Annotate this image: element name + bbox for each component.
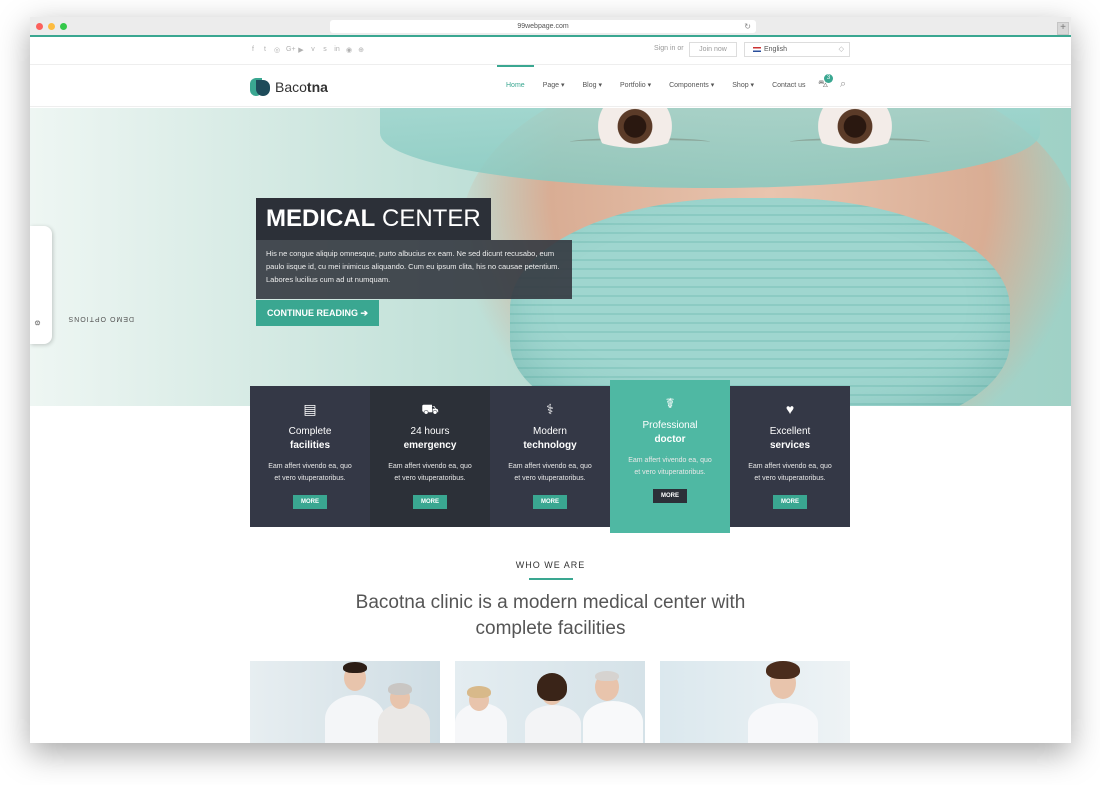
youtube-icon[interactable]: ▶	[298, 46, 304, 54]
nav-item-home[interactable]: Home	[497, 65, 534, 107]
feature-title: Modern technology	[523, 426, 577, 451]
feature-title: 24 hours emergency	[403, 426, 457, 451]
new-tab-button[interactable]: +	[1057, 22, 1069, 35]
vimeo-icon[interactable]: v	[310, 46, 316, 54]
features-strip: ▤ Complete facilities Eam affert vivendo ea…	[250, 380, 850, 533]
top-bar: f t ◎ G+ ▶ v s in ◉ ⊕ Sign in or Join now English…	[30, 37, 1071, 65]
nav-item-shop[interactable]: Shop ▾	[723, 65, 763, 107]
logo[interactable]: Bacotna	[250, 78, 328, 96]
staff-photos	[250, 661, 850, 743]
hero-title: MEDICAL CENTER	[256, 198, 491, 240]
close-window-button[interactable]	[36, 23, 43, 30]
feature-card: ⚕ Modern technology Eam affert vivendo ea, …	[490, 386, 610, 527]
join-now-button[interactable]: Join now	[689, 42, 737, 57]
feature-more-button[interactable]: MORE	[293, 495, 327, 509]
heartbeat-icon: ♥	[785, 401, 795, 417]
logo-mark-icon	[250, 78, 270, 96]
feature-description: Eam affert vivendo ea, quo et vero vitupe…	[508, 463, 592, 482]
continue-reading-button[interactable]: CONTINUE READING ➔	[256, 300, 380, 326]
search-icon[interactable]: ⌕	[840, 78, 846, 91]
staff-photo	[455, 661, 645, 743]
ambulance-icon: ⛟	[421, 401, 439, 417]
browser-chrome: 99webpage.com ↻ +	[30, 17, 1071, 37]
feature-card: ▤ Complete facilities Eam affert vivendo ea…	[250, 386, 370, 527]
staff-photo	[250, 661, 440, 743]
pinterest-icon[interactable]: ⊕	[358, 46, 364, 54]
dribbble-icon[interactable]: ◉	[346, 46, 352, 54]
nav-item-contactus[interactable]: Contact us	[763, 65, 814, 107]
feature-card: ♥ Excellent services Eam affert vivendo ea,…	[730, 386, 850, 527]
feature-more-button[interactable]: MORE	[413, 495, 447, 509]
feature-card: ☤ Professional doctor Eam affert vivendo ea…	[610, 380, 730, 533]
feature-title: Complete facilities	[288, 426, 332, 451]
browser-window: 99webpage.com ↻ + f t ◎ G+ ▶ v s in ◉ ⊕ Sign in o…	[30, 17, 1071, 743]
feature-title: Professional doctor	[642, 420, 698, 445]
google-plus-icon[interactable]: G+	[286, 46, 296, 54]
feature-description: Eam affert vivendo ea, quo et vero vitupe…	[268, 463, 352, 482]
maximize-window-button[interactable]	[60, 23, 67, 30]
logo-text: Bacotna	[275, 79, 328, 95]
address-url: 99webpage.com	[517, 23, 569, 30]
staff-photo	[660, 661, 850, 743]
uk-flag-icon	[753, 46, 761, 52]
nav-item-page[interactable]: Page ▾	[534, 65, 574, 107]
feature-title: Excellent services	[769, 426, 811, 451]
stethoscope-icon: ⚕	[546, 401, 554, 417]
feature-card: ⛟ 24 hours emergency Eam affert vivendo ea,…	[370, 386, 490, 527]
feature-description: Eam affert vivendo ea, quo et vero vitupe…	[748, 463, 832, 482]
doctor-icon: ☤	[665, 395, 675, 411]
linkedin-icon[interactable]: in	[334, 46, 340, 54]
instagram-icon[interactable]: ◎	[274, 46, 280, 54]
feature-more-button[interactable]: MORE	[773, 495, 807, 509]
hero-description: His ne congue aliquip omnesque, purto al…	[256, 240, 572, 299]
address-bar[interactable]: 99webpage.com ↻	[330, 20, 756, 33]
facebook-icon[interactable]: f	[250, 46, 256, 54]
feature-description: Eam affert vivendo ea, quo et vero vitupe…	[388, 463, 472, 482]
skype-icon[interactable]: s	[322, 46, 328, 54]
nav-item-components[interactable]: Components ▾	[660, 65, 723, 107]
hero-banner: MEDICAL CENTER His ne congue aliquip omn…	[30, 108, 1071, 406]
chevron-down-icon: ◇	[838, 46, 844, 53]
reload-icon[interactable]: ↻	[744, 20, 751, 33]
sign-in-link[interactable]: Sign in or	[654, 45, 684, 52]
window-controls	[36, 23, 67, 30]
hospital-icon: ▤	[303, 401, 317, 417]
social-links: f t ◎ G+ ▶ v s in ◉ ⊕	[250, 46, 364, 54]
main-navbar: Bacotna Home Page ▾ Blog ▾ Portfolio ▾ Compo…	[30, 65, 1071, 107]
main-menu: Home Page ▾ Blog ▾ Portfolio ▾ Components ▾ S…	[497, 65, 815, 107]
about-text: Bacotna clinic is a modern medical cente…	[355, 592, 746, 639]
minimize-window-button[interactable]	[48, 23, 55, 30]
cart-count-badge: 3	[824, 74, 833, 83]
language-select[interactable]: English ◇	[744, 42, 850, 57]
feature-more-button[interactable]: MORE	[533, 495, 567, 509]
heading-underline	[529, 578, 573, 580]
feature-more-button[interactable]: MORE	[653, 489, 687, 503]
nav-item-portfolio[interactable]: Portfolio ▾	[611, 65, 660, 107]
section-heading: WHO WE ARE	[515, 560, 586, 570]
demo-options-tab[interactable]: ⚙ DEMO OPTIONS	[30, 226, 134, 344]
nav-item-blog[interactable]: Blog ▾	[574, 65, 611, 107]
twitter-icon[interactable]: t	[262, 46, 268, 54]
language-value: English	[764, 46, 787, 53]
feature-description: Eam affert vivendo ea, quo et vero vitupe…	[628, 457, 712, 476]
demo-options-label: ⚙ DEMO OPTIONS	[35, 315, 134, 326]
